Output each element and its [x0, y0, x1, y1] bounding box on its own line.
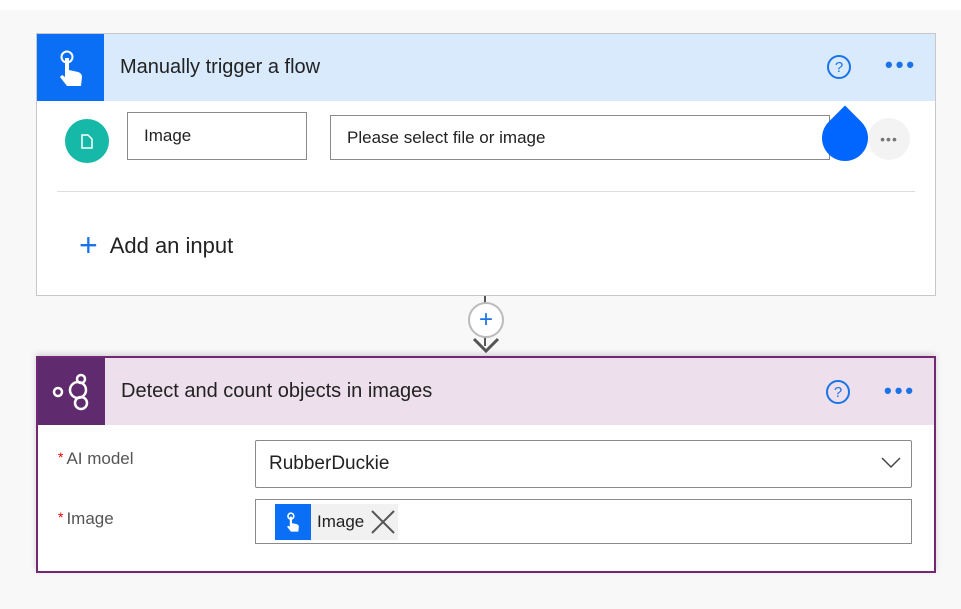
ai-model-value: RubberDuckie: [269, 453, 390, 474]
label-text: AI model: [66, 449, 134, 468]
divider: [57, 191, 915, 192]
hand-pointer-icon: [275, 503, 311, 540]
hand-pointer-icon: [37, 34, 104, 101]
add-input-button[interactable]: + Add an input: [79, 227, 233, 264]
chevron-down-icon: [881, 457, 901, 469]
required-marker: *: [58, 449, 64, 465]
token-label: Image: [317, 511, 365, 531]
ai-model-label: * AI model: [58, 449, 134, 469]
top-bar: [0, 0, 961, 10]
input-value-field[interactable]: Please select file or image: [330, 115, 830, 160]
ai-builder-icon: [38, 358, 105, 425]
add-input-label: Add an input: [109, 232, 234, 258]
close-icon[interactable]: [370, 509, 396, 535]
question-circle-icon[interactable]: ?: [827, 55, 851, 79]
question-circle-icon[interactable]: ?: [826, 380, 850, 404]
input-name-field[interactable]: Image: [127, 112, 307, 160]
trigger-card-header[interactable]: Manually trigger a flow ? •••: [37, 34, 935, 101]
trigger-card-title: Manually trigger a flow: [120, 56, 321, 78]
action-card-title: Detect and count objects in images: [121, 380, 433, 402]
plus-icon: +: [79, 227, 98, 263]
add-step-button[interactable]: +: [468, 302, 504, 338]
image-label: * Image: [58, 509, 114, 529]
input-more-button[interactable]: •••: [868, 118, 910, 160]
image-token[interactable]: Image: [275, 503, 399, 540]
action-card[interactable]: Detect and count objects in images ? •••…: [36, 356, 936, 573]
label-text: Image: [66, 509, 114, 528]
file-icon: [65, 119, 109, 163]
arrow-down-icon: [472, 337, 500, 354]
trigger-card[interactable]: Manually trigger a flow ? ••• Image Plea…: [36, 33, 936, 296]
required-marker: *: [58, 509, 64, 525]
more-options-button[interactable]: •••: [885, 52, 917, 78]
more-options-button[interactable]: •••: [884, 378, 916, 404]
action-card-header[interactable]: Detect and count objects in images ? •••: [38, 358, 934, 425]
ai-model-dropdown[interactable]: RubberDuckie: [255, 440, 912, 488]
image-field[interactable]: Image: [255, 499, 912, 544]
